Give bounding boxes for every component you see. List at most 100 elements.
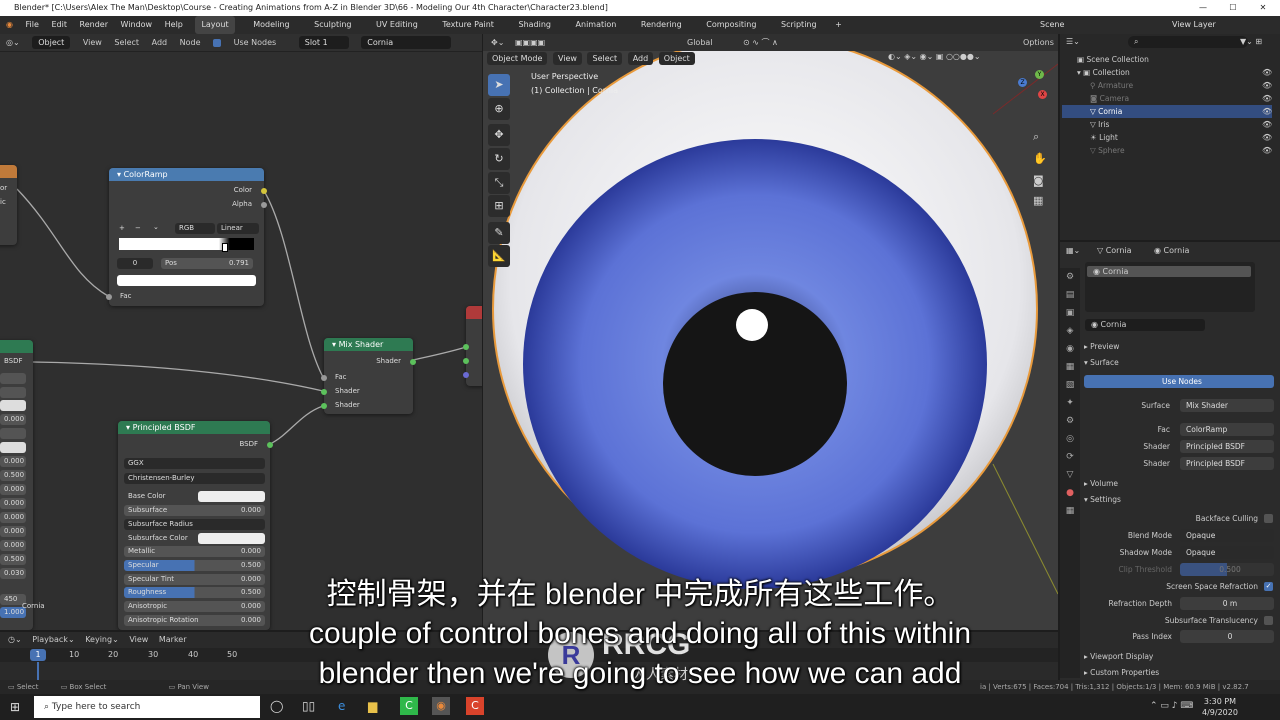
viewport-menu-add[interactable]: Add [627, 52, 654, 65]
stop-pos-field[interactable]: Pos 0.791 [161, 258, 253, 269]
object-type-dropdown[interactable]: Object [32, 36, 71, 49]
task-view-icon[interactable]: ◯ [270, 699, 283, 713]
taskview-icon[interactable]: ▯▯ [302, 699, 315, 713]
partial-field-1[interactable] [0, 387, 26, 398]
surface-panel-header[interactable]: ▾ Surface [1084, 356, 1119, 369]
viewport-editor-type-icon[interactable]: ✥⌄ [491, 38, 504, 47]
subsurface-color-swatch[interactable] [198, 533, 265, 544]
remove-stop-button[interactable]: − [135, 223, 141, 234]
specular-field[interactable]: Specular 0.500 [124, 560, 265, 571]
outliner-item-armature[interactable]: ⚲ Armature [1090, 79, 1133, 92]
viewport-menu-select[interactable]: Select [587, 52, 623, 65]
taskbar-clock[interactable]: 3:30 PM 4/9/2020 [1202, 696, 1238, 718]
snap-icons[interactable]: ⊙ ∿ ⌒ ∧ [743, 34, 778, 51]
add-workspace-button[interactable]: + [835, 20, 842, 29]
taskbar-search-input[interactable]: ⌕ Type here to search [34, 696, 260, 718]
material-field[interactable]: Cornia [361, 36, 452, 49]
outliner-item-iris[interactable]: ▽ Iris [1090, 118, 1109, 131]
partial-node-top[interactable]: or ic [0, 165, 17, 245]
mix-shader2-socket[interactable] [321, 403, 327, 409]
colorramp-fac-socket[interactable] [106, 294, 112, 300]
outliner-item-sphere[interactable]: ▽ Sphere [1090, 144, 1125, 157]
menu-render[interactable]: Render [80, 20, 108, 29]
use-nodes-checkbox[interactable]: Use Nodes [213, 38, 286, 47]
outliner-scene-collection[interactable]: ▣ Scene Collection [1077, 53, 1149, 66]
outliner-item-light[interactable]: ☀ Light [1090, 131, 1118, 144]
stop-index-field[interactable]: 0 [117, 258, 153, 269]
partial-field-9[interactable]: 0.000 [0, 526, 26, 537]
partial-field-0[interactable] [0, 373, 26, 384]
viewport-menu-object[interactable]: Object [658, 52, 695, 65]
ramp-stop-handle[interactable] [222, 243, 228, 252]
distribution-dropdown[interactable]: GGX [124, 458, 265, 469]
colorramp-alpha-socket[interactable] [261, 202, 267, 208]
base-color-swatch[interactable] [198, 491, 265, 502]
tab-scripting[interactable]: Scripting [775, 16, 823, 34]
scale-tool-icon[interactable]: ⤡ [488, 172, 510, 194]
filter-icon[interactable]: ▼⌄ ⊞ [1240, 37, 1262, 46]
partial-swatch-0[interactable] [0, 400, 26, 411]
edge-browser-icon[interactable]: e [338, 699, 345, 713]
gizmo-z-icon[interactable]: Z [1018, 78, 1027, 87]
stop-color-swatch[interactable] [117, 275, 256, 286]
rotate-tool-icon[interactable]: ↻ [488, 148, 510, 170]
properties-type-icon[interactable]: ▦⌄ [1066, 246, 1080, 255]
node-menu-add[interactable]: Add [152, 38, 168, 47]
tab-texture-paint[interactable]: Texture Paint [436, 16, 500, 34]
partial-field-7[interactable]: 0.000 [0, 498, 26, 509]
mix-out-socket[interactable] [410, 359, 416, 365]
mix-shader-node[interactable]: ▾ Mix Shader Shader Fac Shader Shader [321, 338, 416, 414]
annotate-tool-icon[interactable]: ✎ [488, 222, 510, 244]
tab-sculpting[interactable]: Sculpting [308, 16, 357, 34]
backface-culling-checkbox[interactable] [1264, 514, 1273, 523]
interpolation-dropdown[interactable]: Linear [217, 223, 259, 234]
outliner-search-input[interactable]: ⌕ [1128, 36, 1248, 48]
blender-logo-icon[interactable]: ◉ [6, 20, 13, 29]
menu-window[interactable]: Window [121, 20, 153, 29]
subsurface-radius-dropdown[interactable]: Subsurface Radius [124, 519, 265, 530]
pan-hand-icon[interactable]: ✋ [1033, 152, 1047, 165]
options-dropdown[interactable]: Options [1023, 34, 1054, 51]
partial-field-8[interactable]: 0.000 [0, 512, 26, 523]
node-menu-select[interactable]: Select [114, 38, 139, 47]
preview-panel-header[interactable]: ▸ Preview [1084, 340, 1119, 353]
settings-panel-header[interactable]: ▾ Settings [1084, 493, 1121, 506]
surface-shader-field[interactable]: Mix Shader [1180, 399, 1274, 412]
add-stop-button[interactable]: + [119, 223, 125, 234]
use-nodes-button[interactable]: Use Nodes [1084, 375, 1274, 388]
node-editor[interactable]: or ic BSDF 0.000 0.000 0.500 0.000 0.000… [0, 34, 482, 630]
node-menu-view[interactable]: View [83, 38, 102, 47]
editor-type-icon[interactable]: ◎⌄ [6, 38, 20, 47]
partial-swatch-1[interactable] [0, 442, 26, 453]
displacement-socket[interactable] [463, 372, 469, 378]
node-menu-node[interactable]: Node [180, 38, 201, 47]
mix-fac-socket[interactable] [321, 375, 327, 381]
outliner-item-cornia[interactable]: ▽ Cornia [1090, 105, 1122, 118]
subsurface-field[interactable]: Subsurface 0.000 [124, 505, 265, 516]
mix-shader-title[interactable]: ▾ Mix Shader [324, 338, 413, 351]
volume-panel-header[interactable]: ▸ Volume [1084, 477, 1118, 490]
maximize-button[interactable]: ☐ [1220, 0, 1246, 16]
zoom-icon[interactable]: ⌕ [1033, 130, 1039, 144]
material-datablock-field[interactable]: ◉ Cornia [1085, 319, 1205, 331]
ramp-menu-button[interactable]: ⌄ [153, 222, 159, 233]
recorder-icon[interactable]: C [466, 697, 484, 715]
blender-taskbar-icon[interactable]: ◉ [432, 697, 450, 715]
material-output-partial[interactable] [463, 306, 482, 386]
blend-mode-dropdown[interactable]: Opaque [1180, 529, 1274, 542]
partial-field-4[interactable]: 0.000 [0, 456, 26, 467]
gizmo-x-icon[interactable]: X [1038, 90, 1047, 99]
colorramp-title[interactable]: ▾ ColorRamp [109, 168, 264, 181]
select-tool-icon[interactable]: ➤ [488, 74, 510, 96]
partial-field-6[interactable]: 0.000 [0, 484, 26, 495]
tab-uv-editing[interactable]: UV Editing [370, 16, 424, 34]
menu-help[interactable]: Help [165, 20, 183, 29]
color-ramp-gradient[interactable] [119, 238, 254, 250]
menu-file[interactable]: File [26, 20, 39, 29]
partial-field-11[interactable]: 0.500 [0, 554, 26, 565]
surface-socket[interactable] [463, 344, 469, 350]
tray-icons[interactable]: ⌃ ▭ ♪ ⌨ [1150, 701, 1193, 711]
bsdf-out-socket[interactable] [267, 442, 273, 448]
transform-tool-icon[interactable]: ⊞ [488, 195, 510, 217]
file-explorer-icon[interactable]: ▆ [368, 699, 377, 713]
